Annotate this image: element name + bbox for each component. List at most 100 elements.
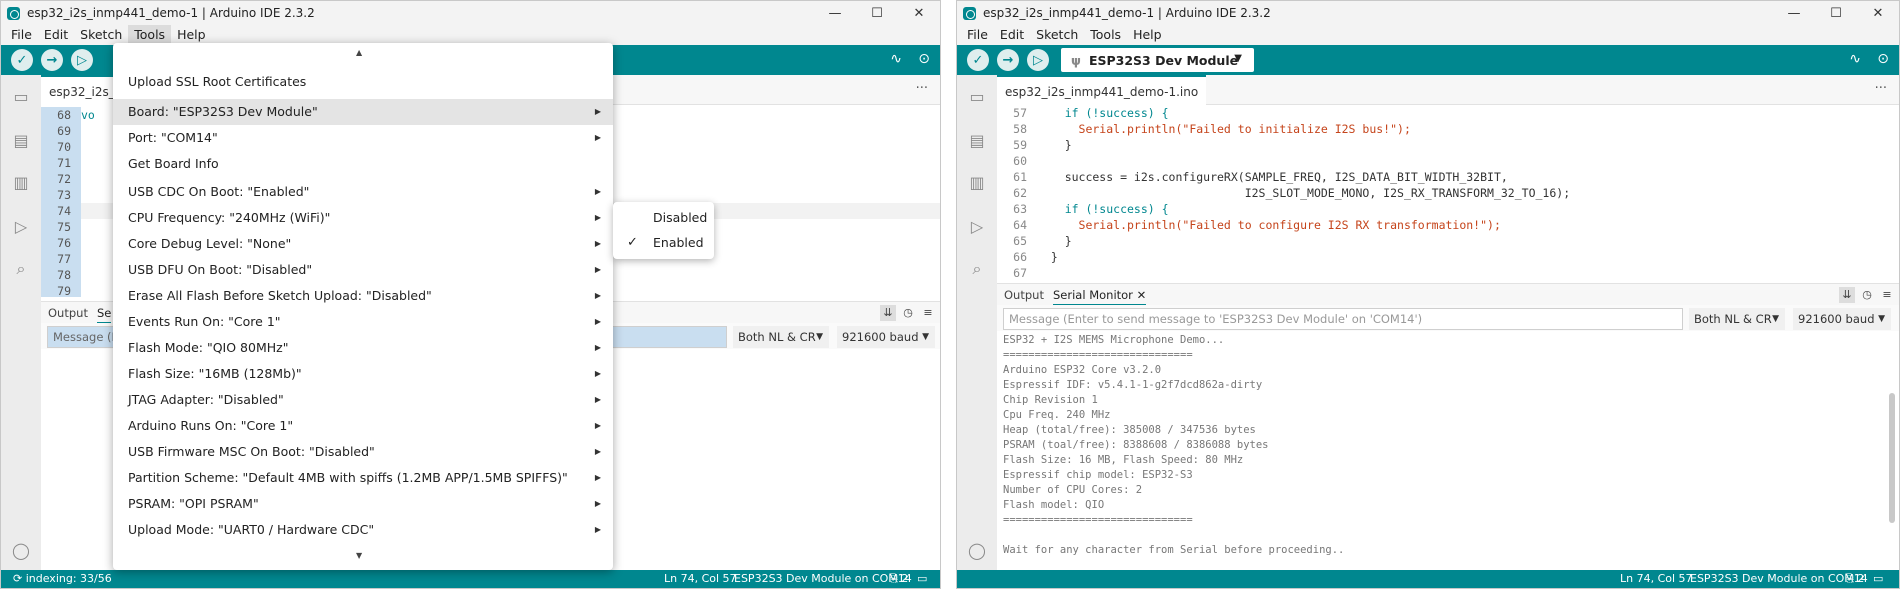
menu-jtag-adapter[interactable]: JTAG Adapter: "Disabled" ▶ — [113, 387, 613, 413]
serial-monitor-icon[interactable]: ⊙ — [918, 51, 930, 67]
menu-tools[interactable]: Tools — [128, 25, 172, 45]
upload-icon[interactable]: → — [997, 49, 1019, 71]
account-icon[interactable]: ◯ — [967, 541, 987, 561]
clear-output-icon[interactable]: ≡ — [920, 305, 936, 321]
menu-usb-cdc[interactable]: USB CDC On Boot: "Enabled" ▶ — [113, 179, 613, 205]
library-icon[interactable]: ▥ — [967, 173, 987, 193]
timestamp-icon[interactable]: ◷ — [1859, 287, 1875, 303]
menu-events-run-on[interactable]: Events Run On: "Core 1" ▶ — [113, 309, 613, 335]
menu-file[interactable]: File — [5, 25, 38, 45]
menu-tools[interactable]: Tools — [1084, 25, 1127, 45]
option-enabled[interactable]: ✓ Enabled — [613, 231, 714, 255]
menu-usb-dfu[interactable]: USB DFU On Boot: "Disabled" ▶ — [113, 257, 613, 283]
menu-partition-scheme[interactable]: Partition Scheme: "Default 4MB with spif… — [113, 465, 613, 491]
menu-help[interactable]: Help — [1127, 25, 1168, 45]
serial-plotter-icon[interactable]: ∿ — [1849, 51, 1861, 67]
code-editor[interactable]: 57 if (!success) { 58 Serial.println("Fa… — [997, 105, 1899, 281]
maximize-icon[interactable]: ☐ — [856, 1, 898, 25]
minimize-icon[interactable]: — — [1773, 1, 1815, 25]
close-tab-icon[interactable]: ✕ — [1137, 288, 1147, 302]
board-status[interactable]: ESP32S3 Dev Module on COM14 — [1690, 570, 1868, 588]
debug-icon[interactable]: ▷ — [71, 49, 93, 71]
menu-file[interactable]: File — [961, 25, 994, 45]
menu-flash-mode[interactable]: Flash Mode: "QIO 80MHz" ▶ — [113, 335, 613, 361]
line-number: 60 — [1013, 154, 1027, 168]
notification-icon[interactable]: ⎘ 2 — [1845, 570, 1864, 588]
menu-flash-size[interactable]: Flash Size: "16MB (128Mb)" ▶ — [113, 361, 613, 387]
serial-input-bar: Message (Enter to send message to 'ESP32… — [997, 305, 1899, 331]
line-number: 62 — [1013, 186, 1027, 200]
close-icon[interactable]: ✕ — [898, 1, 940, 25]
search-icon[interactable]: ⌕ — [11, 259, 31, 279]
debug-sidebar-icon[interactable]: ▷ — [11, 217, 31, 237]
menu-usb-firmware-msc[interactable]: USB Firmware MSC On Boot: "Disabled" ▶ — [113, 439, 613, 465]
menu-board[interactable]: Board: "ESP32S3 Dev Module" ▶ — [113, 99, 613, 125]
debug-icon[interactable]: ▷ — [1027, 49, 1049, 71]
code-text: } — [1037, 234, 1072, 248]
arduino-logo-icon — [963, 6, 976, 20]
more-icon[interactable]: ··· — [1875, 81, 1887, 96]
message-input[interactable]: Message (Enter to send message to 'ESP32… — [1003, 308, 1683, 330]
panel-toggle-icon[interactable]: ▭ — [917, 570, 927, 588]
menu-item-label: USB Firmware MSC On Boot: "Disabled" — [128, 444, 375, 459]
menu-edit[interactable]: Edit — [994, 25, 1030, 45]
autoscroll-icon[interactable]: ⇊ — [880, 305, 896, 321]
menu-sketch[interactable]: Sketch — [74, 25, 128, 45]
menu-erase-flash[interactable]: Erase All Flash Before Sketch Upload: "D… — [113, 283, 613, 309]
menu-psram[interactable]: PSRAM: "OPI PSRAM" ▶ — [113, 491, 613, 517]
tab-serial-monitor[interactable]: Serial Monitor ✕ — [1053, 284, 1147, 306]
menu-upload-mode[interactable]: Upload Mode: "UART0 / Hardware CDC" ▶ — [113, 517, 613, 543]
library-icon[interactable]: ▥ — [11, 173, 31, 193]
cursor-position[interactable]: Ln 74, Col 57 — [664, 570, 737, 588]
serial-plotter-icon[interactable]: ∿ — [890, 51, 902, 67]
verify-icon[interactable]: ✓ — [11, 49, 33, 71]
clear-output-icon[interactable]: ≡ — [1879, 287, 1895, 303]
cursor-position[interactable]: Ln 74, Col 57 — [1620, 570, 1693, 588]
upload-icon[interactable]: → — [41, 49, 63, 71]
menu-edit[interactable]: Edit — [38, 25, 74, 45]
folder-icon[interactable]: ▭ — [967, 87, 987, 107]
option-disabled[interactable]: Disabled — [613, 206, 714, 230]
account-icon[interactable]: ◯ — [11, 541, 31, 561]
panel-toggle-icon[interactable]: ▭ — [1873, 570, 1883, 588]
tab-serial-monitor[interactable]: Se — [97, 302, 112, 324]
menu-help[interactable]: Help — [171, 25, 212, 45]
folder-icon[interactable]: ▭ — [11, 87, 31, 107]
menu-port[interactable]: Port: "COM14" ▶ — [113, 125, 613, 151]
more-icon[interactable]: ··· — [916, 81, 928, 96]
line-ending-select[interactable]: Both NL & CR ▼ — [1689, 308, 1785, 330]
board-status[interactable]: ESP32S3 Dev Module on COM14 — [734, 570, 912, 588]
debug-sidebar-icon[interactable]: ▷ — [967, 217, 987, 237]
scroll-up-icon[interactable]: ▲ — [356, 48, 362, 57]
chevron-down-icon: ▼ — [1234, 53, 1242, 64]
verify-icon[interactable]: ✓ — [967, 49, 989, 71]
menu-cpu-frequency[interactable]: CPU Frequency: "240MHz (WiFi)" ▶ — [113, 205, 613, 231]
tools-menu-dropdown: ▲ Upload SSL Root Certificates Board: "E… — [113, 43, 613, 570]
close-icon[interactable]: ✕ — [1857, 1, 1899, 25]
tab-output[interactable]: Output — [1004, 284, 1044, 306]
line-ending-select[interactable]: Both NL & CR ▼ — [733, 326, 829, 348]
timestamp-icon[interactable]: ◷ — [900, 305, 916, 321]
notification-icon[interactable]: ⎘ 2 — [889, 570, 908, 588]
baud-select[interactable]: 921600 baud ▼ — [837, 326, 935, 348]
output-scrollbar[interactable] — [1889, 393, 1895, 523]
menu-core-debug-level[interactable]: Core Debug Level: "None" ▶ — [113, 231, 613, 257]
maximize-icon[interactable]: ☐ — [1815, 1, 1857, 25]
boards-manager-icon[interactable]: ▤ — [967, 131, 987, 151]
submenu-arrow-icon: ▶ — [594, 265, 601, 274]
menu-upload-ssl[interactable]: Upload SSL Root Certificates — [113, 69, 613, 95]
boards-manager-icon[interactable]: ▤ — [11, 131, 31, 151]
search-icon[interactable]: ⌕ — [967, 259, 987, 279]
minimize-icon[interactable]: — — [814, 1, 856, 25]
file-tab[interactable]: esp32_i2s_inmp441_demo-1.ino — [997, 75, 1207, 105]
scroll-down-icon[interactable]: ▼ — [356, 551, 362, 560]
tab-output[interactable]: Output — [48, 302, 88, 324]
menu-arduino-runs-on[interactable]: Arduino Runs On: "Core 1" ▶ — [113, 413, 613, 439]
board-selector[interactable]: ψ ESP32S3 Dev Module ▼ — [1061, 48, 1254, 72]
menu-sketch[interactable]: Sketch — [1030, 25, 1084, 45]
usb-cdc-submenu: Disabled ✓ Enabled — [613, 202, 714, 259]
menu-get-board-info[interactable]: Get Board Info — [113, 151, 613, 177]
baud-select[interactable]: 921600 baud ▼ — [1793, 308, 1891, 330]
autoscroll-icon[interactable]: ⇊ — [1839, 287, 1855, 303]
serial-monitor-icon[interactable]: ⊙ — [1877, 51, 1889, 67]
